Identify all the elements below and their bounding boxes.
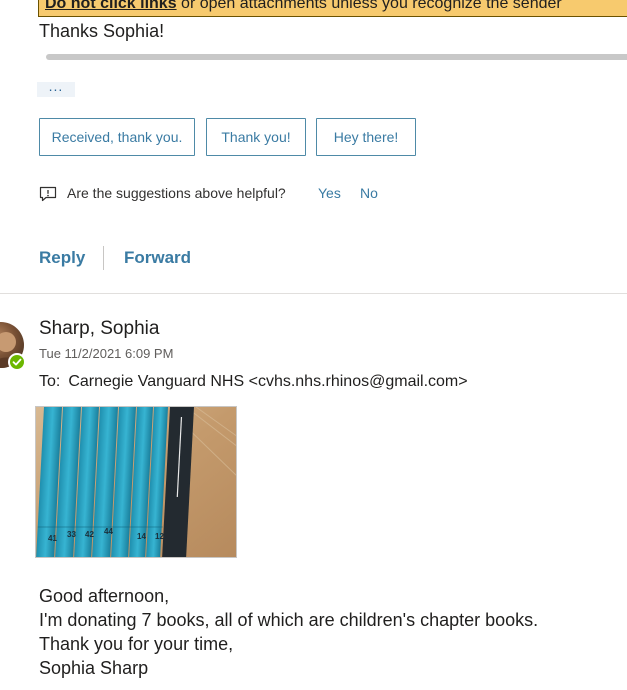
attachment-label-14: 14 (137, 532, 146, 541)
body-line-4: Sophia Sharp (39, 658, 149, 678)
body-line-1: Good afternoon, (39, 586, 170, 606)
external-sender-warning: Do not click links or open attachments u… (38, 0, 627, 17)
feedback-icon (39, 185, 57, 203)
feedback-question: Are the suggestions above helpful? (67, 185, 286, 201)
warning-bold-text: Do not click links (45, 0, 177, 12)
attachment-label-41: 41 (48, 534, 57, 543)
forward-button[interactable]: Forward (124, 248, 191, 268)
body-line-2: I'm donating 7 books, all of which are c… (39, 610, 539, 630)
recipient-address[interactable]: Carnegie Vanguard NHS <cvhs.nhs.rhinos@g… (68, 373, 467, 390)
feedback-no-link[interactable]: No (360, 185, 378, 201)
warning-text: or open attachments unless you recognize… (176, 0, 562, 12)
show-more-button[interactable]: ... (37, 79, 75, 97)
to-label: To: (39, 373, 61, 390)
previous-message-closing: Thanks Sophia! (39, 21, 165, 41)
attachment-label-12: 12 (155, 532, 164, 541)
action-divider (103, 246, 104, 270)
sender-name[interactable]: Sharp, Sophia (39, 318, 159, 340)
presence-available-icon (8, 353, 26, 371)
reply-button[interactable]: Reply (39, 248, 85, 268)
suggested-reply-1[interactable]: Received, thank you. (39, 118, 195, 156)
horizontal-scrollbar[interactable] (46, 54, 627, 60)
attachment-label-33: 33 (67, 530, 76, 539)
attachment-label-44: 44 (104, 527, 113, 536)
message-datetime: Tue 11/2/2021 6:09 PM (39, 346, 174, 361)
suggested-reply-3[interactable]: Hey there! (316, 118, 416, 156)
attachment-label-42: 42 (85, 530, 94, 539)
image-attachment[interactable]: 41 33 42 44 14 12 (35, 406, 237, 558)
message-divider (0, 293, 627, 294)
suggested-reply-2[interactable]: Thank you! (206, 118, 306, 156)
feedback-yes-link[interactable]: Yes (318, 185, 341, 201)
body-line-3: Thank you for your time, (39, 634, 234, 654)
recipient-line: To: Carnegie Vanguard NHS <cvhs.nhs.rhino… (39, 373, 468, 391)
